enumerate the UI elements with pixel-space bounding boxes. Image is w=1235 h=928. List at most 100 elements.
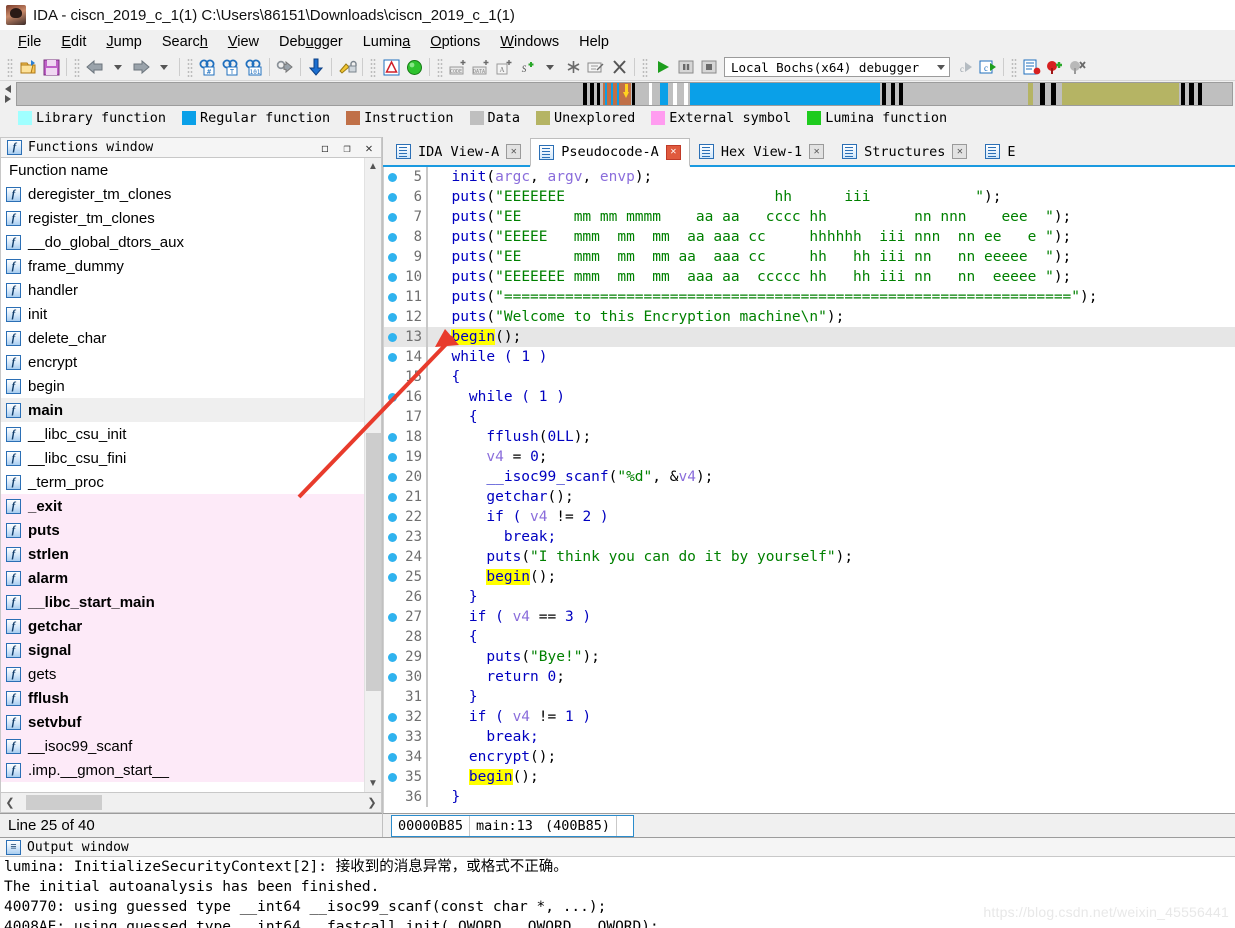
functions-hscroll-thumb[interactable] (25, 795, 102, 810)
breakpoint-marker-icon[interactable] (384, 192, 400, 202)
search-text-icon[interactable]: T (220, 56, 242, 78)
navband-scroll-arrows[interactable] (0, 81, 16, 107)
menu-item-file[interactable]: File (8, 32, 51, 52)
breakpoint-marker-icon[interactable] (384, 272, 400, 282)
pseudocode-line[interactable]: 28 { (384, 627, 1235, 647)
pseudocode-line[interactable]: 32 if ( v4 != 1 ) (384, 707, 1235, 727)
function-list-item[interactable]: f handler (1, 278, 364, 302)
menu-item-debugger[interactable]: Debugger (269, 32, 353, 52)
pseudocode-line[interactable]: 35 begin(); (384, 767, 1235, 787)
function-list-item[interactable]: f getchar (1, 614, 364, 638)
functions-scroll-track[interactable] (365, 175, 382, 775)
breakpoint-marker-icon[interactable] (384, 552, 400, 562)
tab-e[interactable]: E (976, 138, 1024, 165)
pseudocode-line[interactable]: 31 } (384, 687, 1235, 707)
menu-item-lumina[interactable]: Lumina (353, 32, 421, 52)
navigate-forward-icon[interactable] (130, 56, 152, 78)
function-list-item[interactable]: f __isoc99_scanf (1, 734, 364, 758)
maximize-icon[interactable]: ◻ (317, 140, 333, 156)
functions-list[interactable]: Function name f deregister_tm_clones f regi… (1, 158, 364, 792)
tab-structures[interactable]: Structures ✕ (833, 138, 976, 165)
function-list-item[interactable]: f __libc_start_main (1, 590, 364, 614)
breakpoint-marker-icon[interactable] (384, 652, 400, 662)
menu-item-edit[interactable]: Edit (51, 32, 96, 52)
toolbar-grip-6[interactable] (642, 57, 648, 77)
navband-right-arrow-icon[interactable] (5, 95, 11, 103)
pseudocode-line[interactable]: 16 while ( 1 ) (384, 387, 1235, 407)
function-list-item[interactable]: f .imp.__gmon_start__ (1, 758, 364, 782)
tab-hex-view-1[interactable]: Hex View-1 ✕ (690, 138, 833, 165)
search-sequence-icon[interactable]: 101 (243, 56, 265, 78)
breakpoint-marker-icon[interactable] (384, 212, 400, 222)
pseudocode-line[interactable]: 9 puts("EE mmm mm mm aa aaa cc hh hh iii… (384, 247, 1235, 267)
function-list-item[interactable]: f begin (1, 374, 364, 398)
breakpoint-marker-icon[interactable] (384, 452, 400, 462)
function-list-item[interactable]: f setvbuf (1, 710, 364, 734)
pseudocode-line[interactable]: 17 { (384, 407, 1235, 427)
menu-item-jump[interactable]: Jump (96, 32, 151, 52)
function-list-item[interactable]: f delete_char (1, 326, 364, 350)
function-list-item[interactable]: f init (1, 302, 364, 326)
pseudocode-line[interactable]: 22 if ( v4 != 2 ) (384, 507, 1235, 527)
pseudocode-line[interactable]: 25 begin(); (384, 567, 1235, 587)
pseudocode-line[interactable]: 13 begin(); (384, 327, 1235, 347)
open-file-icon[interactable] (17, 56, 39, 78)
restore-icon[interactable]: ❐ (339, 140, 355, 156)
pseudocode-line[interactable]: 23 break; (384, 527, 1235, 547)
function-list-item[interactable]: f _term_proc (1, 470, 364, 494)
forward-dropdown-icon[interactable] (153, 56, 175, 78)
pseudocode-line[interactable]: 26 } (384, 587, 1235, 607)
pseudocode-line[interactable]: 29 puts("Bye!"); (384, 647, 1235, 667)
breakpoint-marker-icon[interactable] (384, 172, 400, 182)
tab-close-icon[interactable]: ✕ (506, 144, 522, 159)
breakpoint-marker-icon[interactable] (384, 232, 400, 242)
function-list-item[interactable]: f encrypt (1, 350, 364, 374)
function-list-item[interactable]: f signal (1, 638, 364, 662)
toolbar-grip-3[interactable] (187, 57, 193, 77)
pseudocode-line[interactable]: 33 break; (384, 727, 1235, 747)
breakpoint-marker-icon[interactable] (384, 472, 400, 482)
function-list-item[interactable]: f puts (1, 518, 364, 542)
function-list-item[interactable]: f gets (1, 662, 364, 686)
make-ascii-icon[interactable]: A (493, 56, 515, 78)
add-breakpoint-icon[interactable] (1044, 56, 1066, 78)
breakpoint-marker-icon[interactable] (384, 332, 400, 342)
menu-item-options[interactable]: Options (420, 32, 490, 52)
warning-icon[interactable] (380, 56, 402, 78)
step-over-c-icon[interactable]: c (977, 56, 999, 78)
breakpoint-marker-icon[interactable] (384, 292, 400, 302)
pseudocode-line[interactable]: 34 encrypt(); (384, 747, 1235, 767)
scroll-up-icon[interactable]: ▲ (365, 158, 382, 175)
output-log[interactable]: lumina: InitializeSecurityContext[2]: 接收… (0, 857, 1235, 928)
tab-ida-view-a[interactable]: IDA View-A ✕ (387, 138, 530, 165)
scroll-left-icon[interactable]: ❮ (1, 796, 19, 809)
function-list-item[interactable]: f register_tm_clones (1, 206, 364, 230)
pseudocode-line[interactable]: 24 puts("I think you can do it by yourse… (384, 547, 1235, 567)
function-list-item[interactable]: f __libc_csu_init (1, 422, 364, 446)
struct-dropdown-icon[interactable] (539, 56, 561, 78)
scroll-down-icon[interactable]: ▼ (365, 775, 382, 792)
pseudocode-view[interactable]: 5 init(argc, argv, envp); 6 puts("EEEEEEE… (383, 167, 1235, 813)
breakpoint-marker-icon[interactable] (384, 672, 400, 682)
breakpoint-list-icon[interactable] (1021, 56, 1043, 78)
pseudocode-line[interactable]: 20 __isoc99_scanf("%d", &v4); (384, 467, 1235, 487)
pseudocode-line[interactable]: 15 { (384, 367, 1235, 387)
function-list-item[interactable]: f main (1, 398, 364, 422)
delete-breakpoint-icon[interactable] (1067, 56, 1089, 78)
breakpoint-marker-icon[interactable] (384, 532, 400, 542)
function-list-item[interactable]: f strlen (1, 542, 364, 566)
tab-close-icon[interactable]: ✕ (952, 144, 968, 159)
pause-icon[interactable] (675, 56, 697, 78)
breakpoint-marker-icon[interactable] (384, 432, 400, 442)
scroll-right-icon[interactable]: ❯ (363, 796, 381, 809)
functions-vertical-scrollbar[interactable]: ▲ ▼ (364, 158, 381, 792)
search-next-icon[interactable] (274, 56, 296, 78)
menu-item-help[interactable]: Help (569, 32, 619, 52)
pseudocode-line[interactable]: 5 init(argc, argv, envp); (384, 167, 1235, 187)
functions-horizontal-scrollbar[interactable]: ❮ ❯ (0, 792, 382, 813)
highlight-lock-icon[interactable] (336, 56, 358, 78)
functions-scroll-thumb[interactable] (365, 433, 381, 691)
save-icon[interactable] (40, 56, 62, 78)
rename-icon[interactable] (585, 56, 607, 78)
tab-pseudocode-a[interactable]: Pseudocode-A ✕ (530, 138, 690, 167)
